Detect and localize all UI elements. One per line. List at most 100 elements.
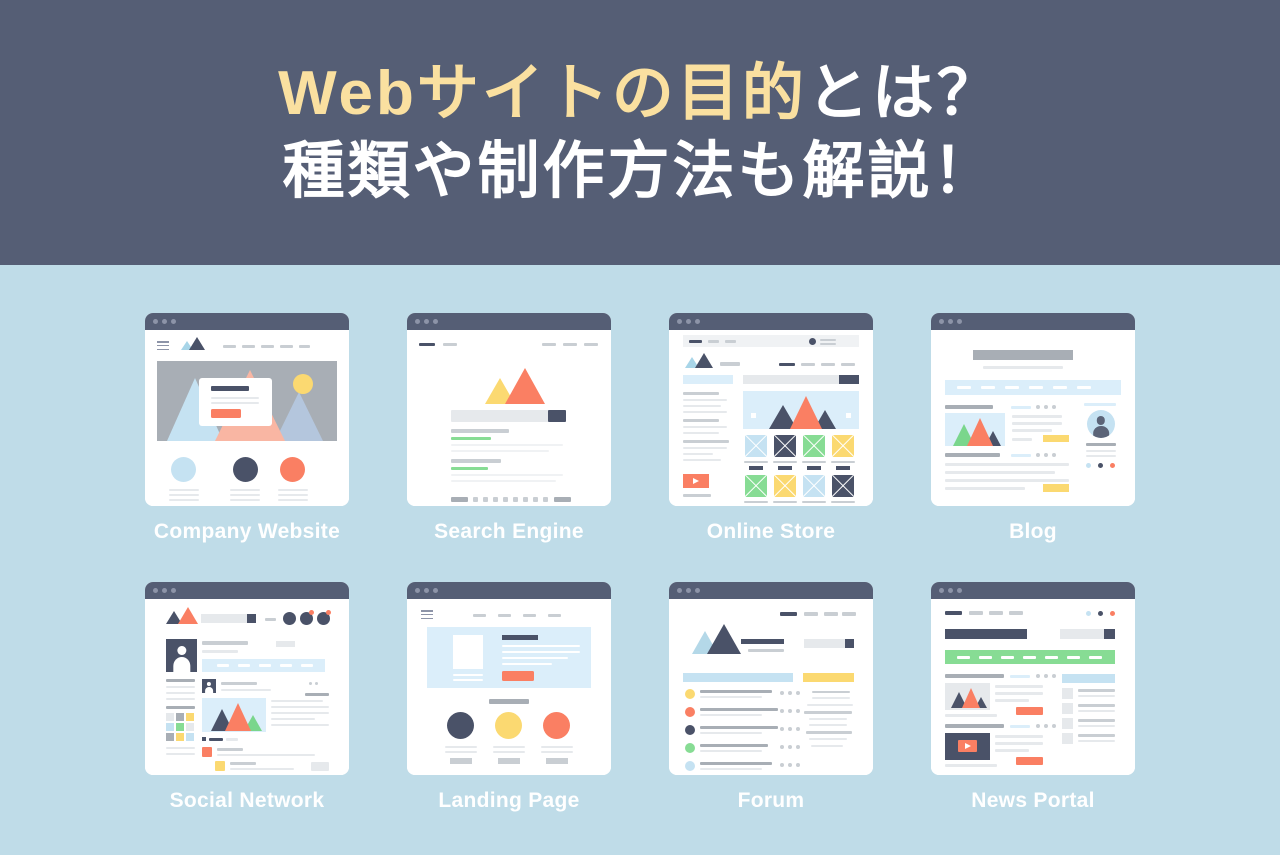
article-read-button[interactable] (1016, 757, 1043, 765)
product-thumbnail[interactable] (832, 475, 854, 497)
pagination-dot[interactable] (513, 497, 518, 502)
nav-link-active[interactable] (779, 363, 795, 366)
photo-thumbnail[interactable] (176, 733, 184, 741)
photo-thumbnail[interactable] (166, 713, 174, 721)
sidebar-item-thumb[interactable] (1062, 733, 1073, 744)
product-thumbnail[interactable] (803, 435, 825, 457)
nav-link[interactable] (804, 612, 818, 616)
card-search-engine[interactable]: Search Engine (378, 313, 640, 544)
utility-link[interactable] (708, 340, 719, 343)
nav-link[interactable] (223, 345, 236, 348)
card-landing-page[interactable]: Landing Page (378, 582, 640, 813)
post-author-avatar[interactable] (202, 679, 216, 693)
card-online-store[interactable]: Online Store (640, 313, 902, 544)
nav-link[interactable] (443, 343, 457, 346)
photo-thumbnail[interactable] (186, 733, 194, 741)
nav-link-active[interactable] (780, 612, 797, 616)
reaction-icon[interactable] (202, 737, 206, 741)
filter-item[interactable] (683, 426, 727, 428)
post-read-more-button[interactable] (1043, 435, 1069, 442)
nav-link[interactable] (821, 363, 835, 366)
news-search-button[interactable] (1104, 629, 1115, 639)
utility-link[interactable] (969, 611, 983, 615)
sidebar-list-item[interactable] (166, 698, 195, 700)
sidebar-list-item[interactable] (166, 747, 195, 749)
product-thumbnail[interactable] (745, 475, 767, 497)
photo-thumbnail[interactable] (186, 723, 194, 731)
profile-tab[interactable] (238, 664, 250, 667)
product-thumbnail[interactable] (745, 435, 767, 457)
sidebar-list-item[interactable] (166, 753, 195, 755)
comment-avatar[interactable] (215, 761, 225, 771)
nav-link[interactable] (280, 345, 293, 348)
filter-item[interactable] (683, 405, 721, 407)
category-link[interactable] (979, 656, 992, 659)
pagination-dot[interactable] (483, 497, 488, 502)
nav-link[interactable] (498, 614, 511, 617)
nav-link[interactable] (1005, 386, 1019, 389)
nav-avatar-icon[interactable] (283, 612, 296, 625)
nav-link[interactable] (523, 614, 536, 617)
hero-cta-button[interactable] (502, 671, 534, 681)
utility-link-active[interactable] (689, 340, 702, 343)
category-link[interactable] (1001, 656, 1014, 659)
profile-tab[interactable] (259, 664, 271, 667)
nav-link[interactable] (1077, 386, 1091, 389)
utility-link[interactable] (989, 611, 1003, 615)
card-social-network[interactable]: Social Network (116, 582, 378, 813)
thread-title[interactable] (700, 708, 778, 711)
article-title[interactable] (945, 724, 1004, 728)
product-thumbnail[interactable] (832, 435, 854, 457)
profile-tab[interactable] (217, 664, 229, 667)
profile-tab[interactable] (301, 664, 313, 667)
account-avatar-icon[interactable] (809, 338, 816, 345)
search-button[interactable] (548, 410, 566, 422)
post-read-more-button[interactable] (1043, 484, 1069, 492)
product-thumbnail[interactable] (774, 475, 796, 497)
pagination-prev[interactable] (451, 497, 468, 502)
nav-link[interactable] (824, 612, 838, 616)
thread-title[interactable] (700, 690, 772, 693)
post-menu-dot[interactable] (315, 682, 318, 685)
card-news-portal[interactable]: News Portal (902, 582, 1164, 813)
post-title[interactable] (945, 453, 1000, 457)
category-link[interactable] (957, 656, 970, 659)
photo-thumbnail[interactable] (176, 723, 184, 731)
utility-link[interactable] (725, 340, 736, 343)
card-company-website[interactable]: Company Website (116, 313, 378, 544)
sidebar-list-item[interactable] (166, 686, 195, 688)
nav-link[interactable] (473, 614, 486, 617)
photo-thumbnail[interactable] (166, 723, 174, 731)
result-title[interactable] (451, 429, 509, 433)
category-link[interactable] (1045, 656, 1058, 659)
pagination-dot[interactable] (493, 497, 498, 502)
video-play-button[interactable] (958, 740, 977, 752)
nav-link[interactable] (842, 612, 856, 616)
category-link[interactable] (1023, 656, 1036, 659)
sidebar-list-item[interactable] (166, 692, 195, 694)
sidebar-item-thumb[interactable] (1062, 688, 1073, 699)
filter-item[interactable] (683, 411, 727, 413)
photo-thumbnail[interactable] (166, 733, 174, 741)
feature-button[interactable] (546, 758, 568, 764)
sidebar-item-thumb[interactable] (1062, 718, 1073, 729)
filter-item[interactable] (683, 447, 727, 449)
sidebar-item-thumb[interactable] (1062, 703, 1073, 714)
nav-link[interactable] (1053, 386, 1067, 389)
nav-link-active[interactable] (419, 343, 435, 346)
nav-link[interactable] (261, 345, 274, 348)
article-read-button[interactable] (1016, 707, 1043, 715)
filter-item[interactable] (683, 432, 719, 434)
sidebar-video-promo[interactable] (683, 474, 709, 488)
profile-action-button[interactable] (276, 641, 295, 647)
pagination-dot[interactable] (473, 497, 478, 502)
hero-card-cta-button[interactable] (211, 409, 241, 418)
add-friend-button[interactable] (311, 762, 329, 771)
social-icon[interactable] (1086, 463, 1091, 468)
nav-link[interactable] (584, 343, 598, 346)
social-icon[interactable] (1098, 611, 1103, 616)
pagination-dot[interactable] (533, 497, 538, 502)
nav-link[interactable] (542, 343, 556, 346)
utility-link[interactable] (1009, 611, 1023, 615)
nav-link[interactable] (548, 614, 561, 617)
